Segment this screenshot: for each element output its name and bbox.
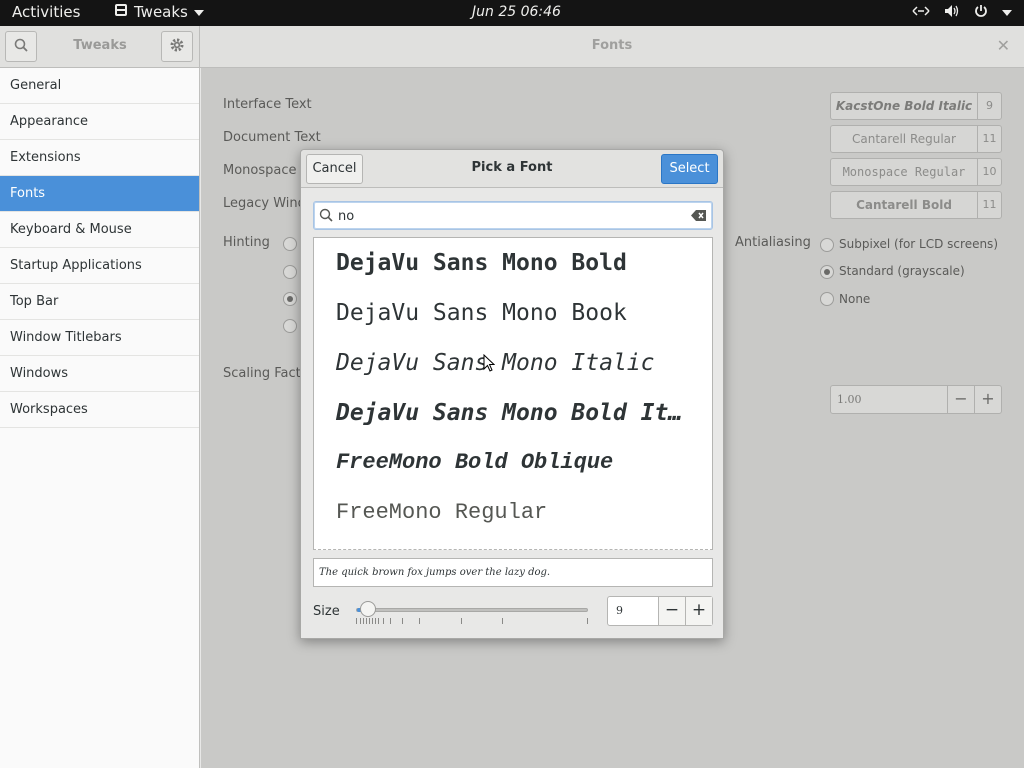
sidebar-item-window-titlebars[interactable]: Window Titlebars [0, 320, 199, 356]
dialog-title: Pick a Font [471, 160, 553, 175]
size-slider-track[interactable] [356, 608, 588, 612]
scaling-factor-value[interactable]: 1.00 [831, 386, 947, 413]
sidebar-item-appearance[interactable]: Appearance [0, 104, 199, 140]
tweaks-app-icon [114, 3, 128, 21]
size-slider-ticks [356, 618, 588, 626]
font-list-item[interactable]: DejaVu Sans Mono Italic [314, 338, 712, 388]
scaling-factor-label: Scaling Facto [223, 366, 309, 381]
font-name: Monospace Regular [842, 165, 966, 179]
scaling-factor-spinbutton[interactable]: 1.00 − + [830, 385, 1002, 414]
search-button[interactable] [5, 31, 37, 62]
activities-button[interactable]: Activities [12, 3, 80, 21]
sidebar-item-windows[interactable]: Windows [0, 356, 199, 392]
monospace-text-font-button[interactable]: Monospace Regular 10 [830, 158, 1002, 186]
size-increment-button[interactable]: + [685, 597, 712, 625]
font-search-field[interactable] [313, 201, 713, 230]
hinting-radio[interactable] [283, 319, 297, 333]
font-name: KacstOne Bold Italic [835, 99, 973, 113]
app-menu[interactable]: Tweaks [114, 3, 204, 21]
page-title: Fonts [591, 38, 633, 53]
app-menu-label: Tweaks [134, 3, 188, 21]
antialiasing-option-label: Subpixel (for LCD screens) [839, 237, 998, 251]
sidebar-item-top-bar[interactable]: Top Bar [0, 284, 199, 320]
font-name: Cantarell Bold [856, 198, 952, 212]
size-value[interactable]: 9 [608, 597, 658, 625]
font-list-item[interactable]: DejaVu Sans Mono Bold [314, 238, 712, 288]
scaling-decrement-button[interactable]: − [947, 386, 974, 413]
system-tray[interactable] [912, 4, 1012, 22]
antialiasing-option-label: None [839, 292, 871, 306]
font-size: 9 [977, 93, 1001, 119]
chevron-down-icon [193, 3, 204, 21]
hinting-radio[interactable] [283, 265, 297, 279]
chevron-down-icon [1002, 6, 1012, 21]
sidebar-item-keyboard-mouse[interactable]: Keyboard & Mouse [0, 212, 199, 248]
font-list-item[interactable]: FreeMono Regular [314, 488, 712, 538]
antialiasing-label: Antialiasing [735, 235, 811, 250]
monospace-text-label: Monospace T [223, 163, 309, 178]
sidebar-item-startup-applications[interactable]: Startup Applications [0, 248, 199, 284]
search-icon [319, 208, 333, 226]
search-icon [14, 38, 28, 56]
settings-button[interactable] [161, 31, 193, 62]
volume-icon [944, 4, 960, 22]
font-search-input[interactable] [338, 205, 678, 227]
antialiasing-radio-none[interactable] [820, 292, 834, 306]
antialiasing-radio-subpixel[interactable] [820, 238, 834, 252]
font-size: 10 [977, 159, 1001, 185]
font-size: 11 [977, 126, 1001, 152]
size-label: Size [313, 604, 340, 619]
antialiasing-radio-standard[interactable] [820, 265, 834, 279]
document-text-label: Document Text [223, 130, 321, 145]
sidebar-item-extensions[interactable]: Extensions [0, 140, 199, 176]
size-slider-handle[interactable] [359, 601, 376, 617]
gear-icon [169, 37, 185, 57]
hinting-radio[interactable] [283, 237, 297, 251]
power-icon [974, 4, 988, 22]
font-list-item[interactable]: DejaVu Sans Mono Bold Italic [314, 388, 712, 438]
hinting-label: Hinting [223, 235, 270, 250]
size-decrement-button[interactable]: − [658, 597, 685, 625]
pick-font-dialog: Cancel Pick a Font Select DejaVu Sans Mo… [300, 149, 724, 639]
clear-search-icon[interactable] [691, 209, 707, 226]
sidebar-header: Tweaks [0, 26, 200, 68]
font-preview-text[interactable]: The quick brown fox jumps over the lazy … [313, 558, 713, 587]
select-button[interactable]: Select [661, 154, 718, 184]
sidebar-item-fonts[interactable]: Fonts [0, 176, 199, 212]
antialiasing-option-label: Standard (grayscale) [839, 264, 965, 278]
font-name: Cantarell Regular [852, 132, 956, 146]
size-spinbutton[interactable]: 9 − + [607, 596, 713, 626]
dialog-header: Cancel Pick a Font Select [301, 150, 723, 188]
legacy-window-titles-label: Legacy Wind [223, 196, 306, 211]
mouse-pointer-icon [483, 353, 496, 376]
sidebar-item-general[interactable]: General [0, 68, 199, 104]
font-list-item[interactable]: FreeMono Bold Oblique [314, 438, 712, 488]
clock[interactable]: Jun 25 06:46 [472, 4, 561, 20]
interface-text-label: Interface Text [223, 97, 312, 112]
sidebar-item-workspaces[interactable]: Workspaces [0, 392, 199, 428]
close-icon[interactable]: ✕ [997, 36, 1010, 55]
font-list[interactable]: DejaVu Sans Mono Bold DejaVu Sans Mono B… [313, 237, 713, 550]
document-text-font-button[interactable]: Cantarell Regular 11 [830, 125, 1002, 153]
sidebar-title: Tweaks [73, 38, 127, 53]
scaling-increment-button[interactable]: + [974, 386, 1001, 413]
interface-text-font-button[interactable]: KacstOne Bold Italic 9 [830, 92, 1002, 120]
legacy-window-titles-font-button[interactable]: Cantarell Bold 11 [830, 191, 1002, 219]
font-list-item[interactable]: DejaVu Sans Mono Book [314, 288, 712, 338]
top-bar: Activities Tweaks Jun 25 06:46 [0, 0, 1024, 26]
network-icon [912, 5, 930, 21]
hinting-radio[interactable] [283, 292, 297, 306]
sidebar: General Appearance Extensions Fonts Keyb… [0, 68, 200, 768]
header-bar: Tweaks Fonts ✕ [0, 26, 1024, 68]
font-size: 11 [977, 192, 1001, 218]
